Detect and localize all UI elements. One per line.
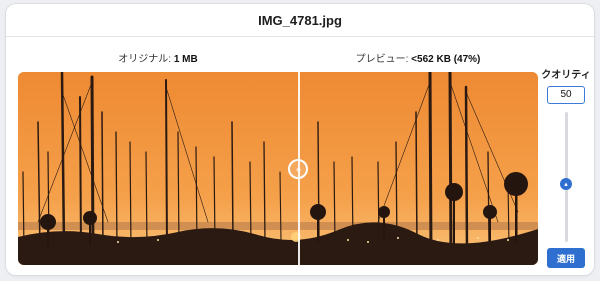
original-size-label: オリジナル: 1 MB [18, 50, 298, 65]
original-prefix: オリジナル: [118, 54, 174, 65]
apply-button[interactable]: 適用 [547, 248, 585, 268]
left-right-arrows-icon[interactable]: ‹› [288, 159, 308, 179]
original-size-value: 1 MB [173, 54, 198, 65]
quality-slider-track[interactable] [565, 112, 568, 242]
preview-prefix: プレビュー: [355, 54, 412, 65]
window-title: IMG_4781.jpg [6, 4, 594, 37]
harbor-sunset-photo [18, 72, 538, 265]
quality-input[interactable]: 50 [547, 86, 585, 104]
quality-label: クオリティ [541, 70, 591, 81]
image-comparison-view[interactable]: ‹› [18, 72, 538, 265]
preview-size-value: <562 KB (47%) [411, 54, 481, 65]
quality-slider-thumb[interactable]: ▴ [560, 178, 572, 190]
image-compare-dialog: IMG_4781.jpg オリジナル: 1 MB プレビュー: <562 KB … [6, 4, 594, 275]
size-labels: オリジナル: 1 MB プレビュー: <562 KB (47%) [18, 50, 538, 66]
quality-panel: クオリティ 50 ▴ 適用 [541, 66, 591, 268]
preview-size-label: プレビュー: <562 KB (47%) [298, 50, 538, 65]
